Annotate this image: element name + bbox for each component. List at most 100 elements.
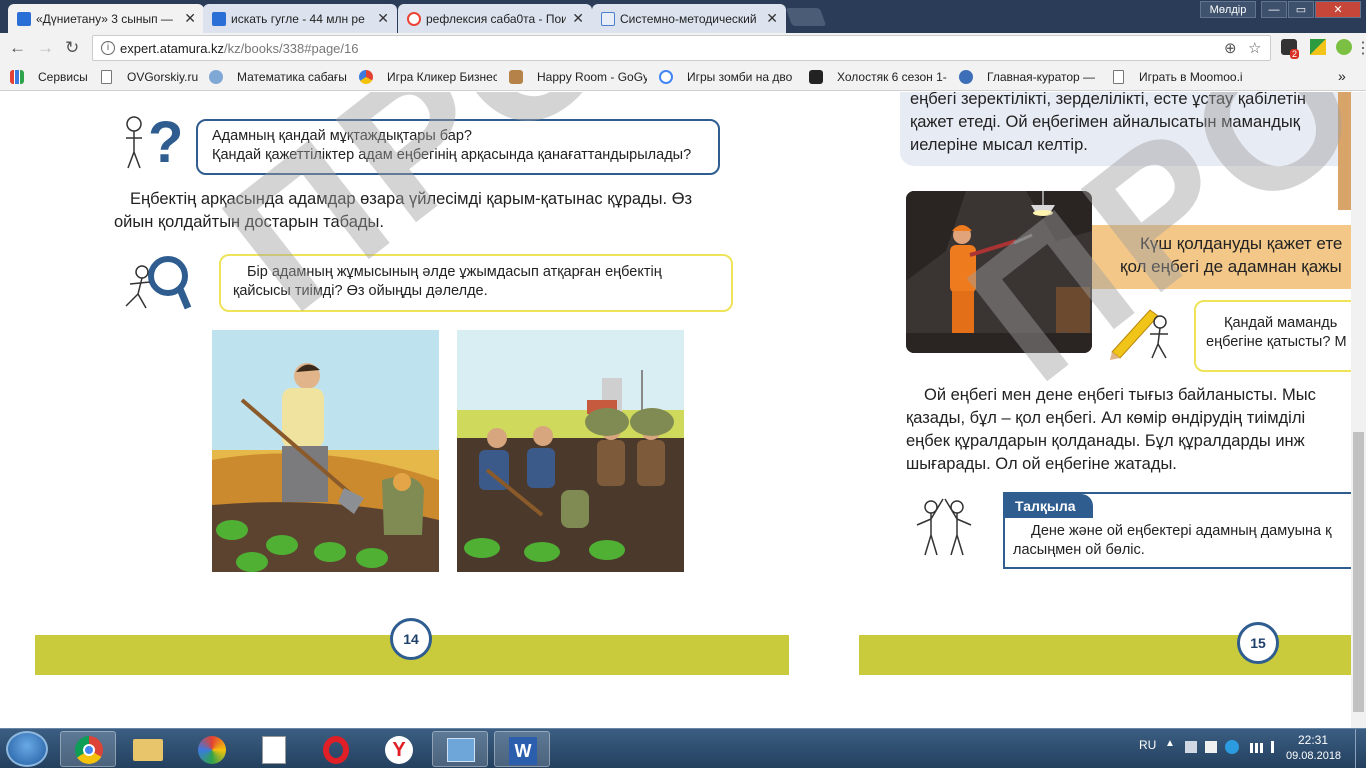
back-button[interactable]: ← bbox=[9, 38, 26, 58]
tab-title: «Дүниетану» 3 сынып — bbox=[36, 11, 173, 26]
site-icon bbox=[959, 70, 973, 84]
doc-icon bbox=[17, 12, 31, 26]
google-icon bbox=[407, 12, 421, 26]
search-icon bbox=[212, 12, 226, 26]
profile-button[interactable]: Мөлдір bbox=[1200, 1, 1256, 18]
control-panel-icon[interactable] bbox=[432, 731, 488, 767]
site-icon bbox=[809, 70, 823, 84]
word-icon[interactable]: W bbox=[494, 731, 550, 767]
bookmark-item[interactable]: Главная-куратор — bbox=[987, 70, 1097, 84]
bookmark-item[interactable]: Холостяк 6 сезон 1- bbox=[837, 70, 947, 84]
forward-button[interactable]: → bbox=[37, 38, 54, 58]
clipboard-icon[interactable] bbox=[1205, 741, 1217, 753]
tab-search[interactable]: искать гугле - 44 млн ре ✕ bbox=[203, 4, 397, 33]
magnifier-person-icon bbox=[125, 256, 192, 310]
discussion-box: Талқыла Дене және ой еңбектері адамның д… bbox=[1003, 492, 1351, 569]
reload-button[interactable]: ↻ bbox=[65, 38, 79, 58]
opera-icon[interactable] bbox=[308, 731, 364, 767]
site-icon bbox=[509, 70, 523, 84]
start-button[interactable] bbox=[6, 731, 48, 767]
discussion-label: Талқыла bbox=[1005, 494, 1093, 518]
page-number: 14 bbox=[390, 618, 432, 660]
zoom-icon[interactable]: ⊕ bbox=[1224, 39, 1237, 57]
window-close-button[interactable]: ✕ bbox=[1315, 1, 1361, 18]
yandex-icon[interactable]: Y bbox=[370, 731, 426, 767]
browser-tray-icon[interactable] bbox=[1225, 740, 1239, 754]
star-icon[interactable]: ☆ bbox=[1248, 39, 1261, 57]
bookmarks-bar: Сервисы OVGorskiy.ru Математика сабағы И… bbox=[0, 63, 1366, 91]
browser-tab-strip: «Дүниетану» 3 сынып — ✕ искать гугле - 4… bbox=[0, 0, 1366, 33]
address-bar[interactable]: i expert.atamura.kz/kz/books/338#page/16… bbox=[92, 35, 1271, 61]
tab-title: рефлексия саба0та - Пои bbox=[426, 11, 566, 26]
tab-dunietanu[interactable]: «Дүниетану» 3 сынып — ✕ bbox=[8, 4, 204, 33]
show-desktop-button[interactable] bbox=[1355, 729, 1366, 768]
apps-icon[interactable] bbox=[10, 70, 24, 84]
paragraph-line: шығарады. Ол ой еңбегіне жатады. bbox=[906, 455, 1177, 473]
svg-text:?: ? bbox=[148, 110, 183, 172]
paragraph-line: еңбек құралдарын қолданады. Бұл құралдар… bbox=[906, 432, 1305, 450]
question-line: Қандай мамандь bbox=[1224, 315, 1338, 331]
windows-taskbar: Y W RU ▲ 22:31 09.08.2018 bbox=[0, 728, 1366, 768]
paint-icon[interactable] bbox=[184, 731, 240, 767]
bookmark-item[interactable]: Happy Room - GoGy bbox=[537, 70, 647, 84]
book-viewer[interactable]: ? Адамның қандай мұқтаждықтары бар? Қанд… bbox=[0, 92, 1351, 728]
discussion-line: ласыңмен ой бөліс. bbox=[1013, 542, 1145, 558]
bookmark-item[interactable]: Игры зомби на дво bbox=[687, 70, 797, 84]
close-icon[interactable]: ✕ bbox=[377, 10, 389, 27]
site-icon bbox=[209, 70, 223, 84]
menu-button[interactable]: ⋮ bbox=[1355, 38, 1366, 58]
tab-google[interactable]: рефлексия саба0та - Пои ✕ bbox=[398, 4, 592, 33]
url-host: expert.atamura.kz bbox=[120, 41, 225, 56]
question-line: еңбегіне қатысты? М bbox=[1206, 334, 1347, 350]
clock-date[interactable]: 09.08.2018 bbox=[1286, 750, 1341, 762]
site-icon bbox=[359, 70, 373, 84]
close-icon[interactable]: ✕ bbox=[572, 10, 584, 27]
url-text[interactable]: expert.atamura.kz/kz/books/338#page/16 bbox=[120, 41, 358, 56]
question-bubble-right: Қандай мамандь еңбегіне қатысты? М bbox=[1194, 300, 1351, 372]
bookmark-item[interactable]: Сервисы bbox=[38, 70, 88, 84]
close-icon[interactable]: ✕ bbox=[766, 10, 778, 27]
url-path: /kz/books/338#page/16 bbox=[224, 41, 359, 56]
minimize-button[interactable]: — bbox=[1261, 1, 1287, 18]
tray-expand-icon[interactable]: ▲ bbox=[1165, 738, 1175, 749]
network-icon[interactable] bbox=[1185, 741, 1197, 753]
discussion-text: Дене және ой еңбектері адамның дамуына қ… bbox=[1013, 522, 1351, 560]
bookmark-item[interactable]: Математика сабағы bbox=[237, 70, 347, 84]
maximize-button[interactable]: ▭ bbox=[1288, 1, 1314, 18]
page-icon bbox=[1113, 70, 1124, 84]
extension-icon[interactable] bbox=[1336, 39, 1352, 55]
bookmark-item[interactable]: Играть в Moomoo.io bbox=[1139, 70, 1243, 84]
body-paragraph-right: Ой еңбегі мен дене еңбегі тығыз байланыс… bbox=[906, 384, 1351, 476]
chrome-icon[interactable] bbox=[60, 731, 116, 767]
bookmark-item[interactable]: OVGorskiy.ru bbox=[127, 70, 198, 84]
browser-toolbar: ← → ↻ i expert.atamura.kz/kz/books/338#p… bbox=[0, 33, 1366, 63]
notepad-icon[interactable] bbox=[246, 731, 302, 767]
thinking-person-icon: ? bbox=[126, 110, 183, 172]
tab-system[interactable]: Системно-методический ✕ bbox=[592, 4, 786, 33]
page-number: 15 bbox=[1237, 622, 1279, 664]
man-digging-illustration bbox=[212, 330, 439, 572]
extension-icon[interactable] bbox=[1310, 39, 1326, 55]
bookmarks-overflow-button[interactable]: » bbox=[1338, 68, 1346, 84]
discussion-line: Дене және ой еңбектері адамның дамуына қ bbox=[1031, 523, 1332, 539]
close-icon[interactable]: ✕ bbox=[184, 10, 196, 27]
bookmark-item[interactable]: Игра Кликер Бизнес bbox=[387, 70, 497, 84]
info-icon[interactable]: i bbox=[101, 41, 115, 55]
volume-icon[interactable] bbox=[1271, 741, 1283, 753]
page-icon bbox=[101, 70, 112, 84]
language-indicator[interactable]: RU bbox=[1139, 738, 1156, 752]
signal-icon[interactable] bbox=[1250, 743, 1266, 753]
paragraph-line: қазады, бұл – қол еңбегі. Ал көмір өндір… bbox=[906, 409, 1306, 427]
team-harvesting-illustration bbox=[457, 330, 684, 572]
paragraph-line: Ой еңбегі мен дене еңбегі тығыз байланыс… bbox=[924, 386, 1316, 404]
clock-time[interactable]: 22:31 bbox=[1298, 733, 1328, 747]
tab-title: Системно-методический bbox=[620, 11, 757, 26]
page-icon bbox=[601, 12, 615, 26]
discussion-people-icon bbox=[916, 498, 972, 556]
explorer-icon[interactable] bbox=[120, 731, 176, 767]
tab-title: искать гугле - 44 млн ре bbox=[231, 11, 365, 26]
google-icon bbox=[659, 70, 673, 84]
extension-badge: 2 bbox=[1290, 49, 1300, 59]
new-tab-button[interactable] bbox=[785, 8, 827, 26]
scrollbar-thumb[interactable] bbox=[1353, 432, 1364, 712]
